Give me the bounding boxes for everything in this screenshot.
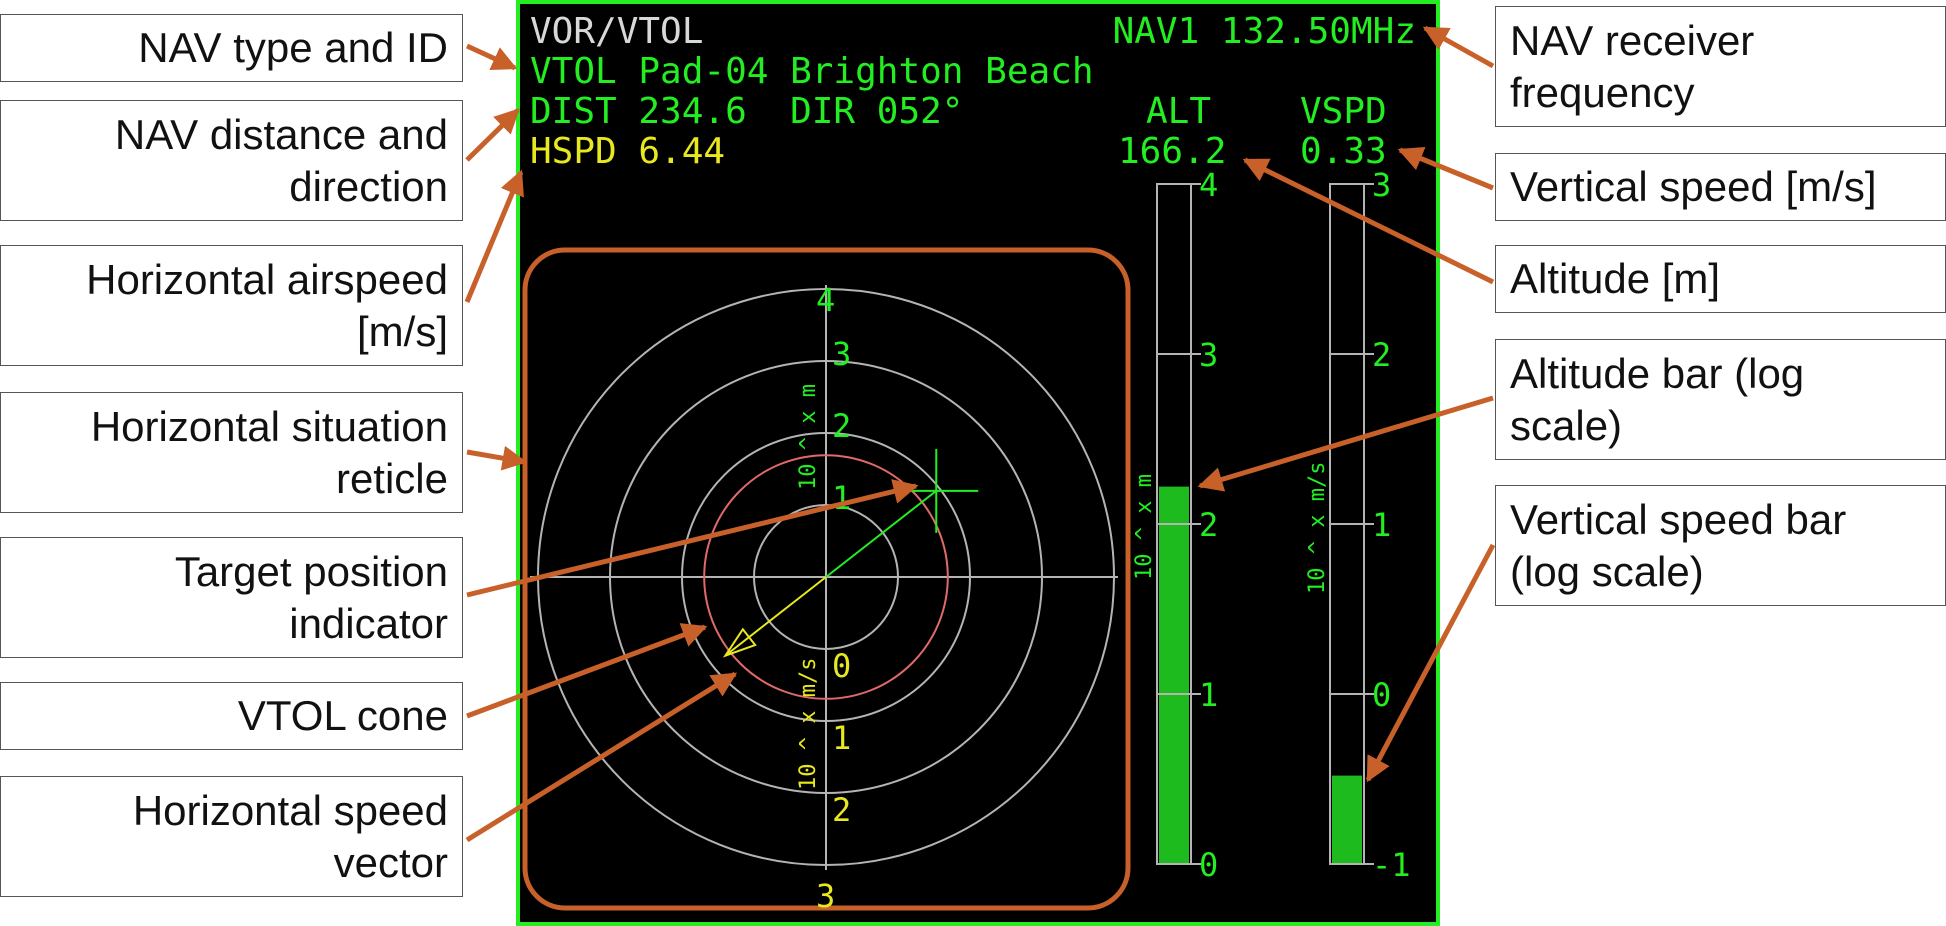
arrow-horizontal-airspeed (464, 169, 524, 303)
arrow-altitude-bar (1197, 395, 1494, 492)
reticle-speed-tick-1: 1 (832, 719, 851, 757)
vspd-bar-tick-label-3: 0 (1372, 676, 1391, 714)
alt-bar-tick-label-1: 3 (1199, 336, 1218, 374)
reticle-distance-tick-1: 1 (832, 479, 851, 517)
reticle-distance-tick-2: 2 (832, 407, 851, 445)
alt-bar-fill (1159, 486, 1189, 864)
reticle-distance-unit: 10 ^ x m (796, 384, 821, 490)
vspd-bar-fill (1332, 775, 1362, 864)
vspd-bar-tick-label-1: 2 (1372, 336, 1391, 374)
arrow-altitude (1242, 157, 1495, 285)
alt-bar-tick-label-4: 0 (1199, 846, 1218, 884)
alt-bar-unit: 10 ^ x m (1132, 474, 1157, 580)
arrow-vtol-cone (466, 623, 708, 719)
arrow-nav-distance (465, 108, 520, 162)
arrow-target-position (466, 479, 919, 598)
alt-bar-tick-label-3: 1 (1199, 676, 1218, 714)
reticle-speed-tick-2: 2 (832, 791, 851, 829)
arrow-vertical-speed-bar (1365, 543, 1496, 783)
alt-bar-tick-label-2: 2 (1199, 506, 1218, 544)
arrow-horizontal-situation-reticle (466, 445, 528, 471)
vspd-bar-tick-label-0: 3 (1372, 166, 1391, 204)
arrow-nav-receiver-frequency (1422, 25, 1495, 69)
arrow-vertical-speed (1397, 146, 1494, 191)
horizontal-speed-vector (724, 576, 827, 657)
horizontal-situation-reticle: 4 3 2 1 0 1 2 3 10 ^ x m 10 ^ x m/s (522, 247, 1131, 915)
vspd-bar-tick-label-2: 1 (1372, 506, 1391, 544)
reticle-distance-tick-3: 3 (832, 335, 851, 373)
reticle-speed-unit: 10 ^ x m/s (796, 658, 821, 790)
altitude-bar: 4 3 2 1 0 10 ^ x m (1132, 166, 1218, 884)
alt-bar-tick-label-0: 4 (1199, 166, 1218, 204)
reticle-speed-tick-3: 3 (816, 877, 835, 915)
graphics-overlay: 4 3 2 1 0 1 2 3 10 ^ x m 10 ^ x m/s 4 3 2 1 0 10 ^ x m… (464, 25, 1496, 915)
reticle-speed-tick-0: 0 (832, 647, 851, 685)
vertical-speed-bar: 3 2 1 0 -1 10 ^ x m/s (1305, 166, 1411, 884)
vspd-bar-tick-label-4: -1 (1372, 846, 1411, 884)
annotation-layer (464, 25, 1496, 843)
vspd-bar-unit: 10 ^ x m/s (1305, 462, 1330, 594)
reticle-distance-tick-4: 4 (816, 281, 835, 319)
arrow-nav-type-id (465, 43, 518, 71)
